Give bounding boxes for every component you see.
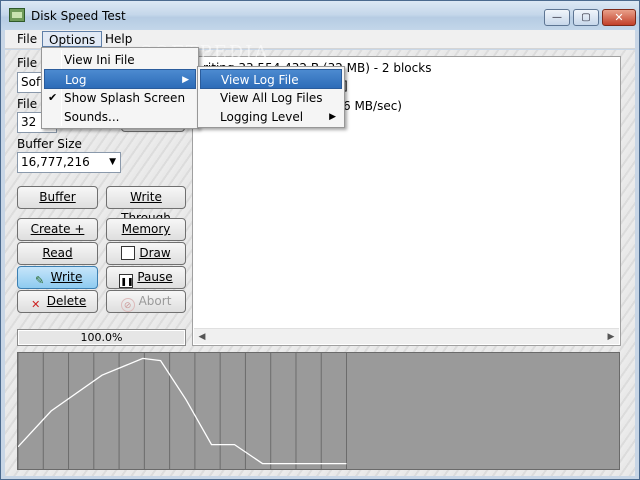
menu-item-label: Show Splash Screen [64,91,186,105]
pause-button[interactable]: ❚❚ Pause [106,266,186,289]
minimize-button[interactable]: — [544,9,570,26]
pause-label: Pause [137,270,173,284]
menu-file[interactable]: File [11,31,43,47]
menu-item-show-splash-screen[interactable]: ✔ Show Splash Screen [44,88,196,108]
write-label: Write [50,270,83,284]
create-write-button[interactable]: Create + Write [17,218,98,257]
menu-item-view-ini-file[interactable]: View Ini File [44,50,196,70]
menu-item-label: Logging Level [220,110,304,124]
window-title: Disk Speed Test [31,9,126,23]
buffer-size-value: 16,777,216 [21,155,90,169]
speed-chart [17,352,620,470]
title-bar[interactable]: Disk Speed Test — ▢ ✕ [1,1,639,31]
abort-icon: ⊘ [120,298,135,312]
submenu-arrow-icon: ▶ [329,112,336,122]
disk-write-icon: ✎ [35,274,45,287]
buffer-size-label: Buffer Size [17,137,82,151]
menu-item-label: View All Log Files [220,91,323,105]
delete-label: Delete [46,294,87,308]
chart-icon [121,246,136,260]
abort-label: Abort [138,294,172,308]
maximize-button[interactable]: ▢ [573,9,599,26]
read-button[interactable]: Read [17,242,98,265]
menu-options[interactable]: Options [42,31,103,47]
log-line: 6 MB/sec) [343,99,402,113]
chevron-down-icon[interactable]: ▼ [109,153,116,172]
submenu-arrow-icon: ▶ [182,75,189,85]
menu-item-label: View Log File [221,73,299,87]
write-through-button[interactable]: Write Through [106,186,186,225]
options-menu: View Ini File Log ▶ ✔ Show Splash Screen… [41,47,199,129]
menu-item-view-log-file[interactable]: View Log File [200,69,342,89]
menu-item-log[interactable]: Log ▶ [44,69,196,89]
speed-chart-svg [17,353,348,469]
delete-icon: ✕ [31,298,41,311]
close-button[interactable]: ✕ [602,9,636,26]
check-icon: ✔ [48,91,58,104]
log-submenu: View Log File View All Log Files Logging… [197,66,345,128]
scroll-left-icon[interactable]: ◀ [194,329,210,345]
menu-item-label: Sounds... [64,110,120,124]
menu-item-sounds[interactable]: Sounds... [44,107,196,127]
app-icon [9,8,25,22]
delete-button[interactable]: ✕ Delete [17,290,98,313]
buffer-size-select[interactable]: 16,777,216 ▼ [17,152,121,173]
write-button[interactable]: ✎ Write [17,266,98,289]
buffer-button[interactable]: Buffer [17,186,98,209]
menu-item-logging-level[interactable]: Logging Level ▶ [200,107,342,127]
speed-line [17,357,347,465]
menu-item-view-all-log-files[interactable]: View All Log Files [200,88,342,108]
horizontal-scrollbar[interactable]: ◀ ▶ [194,328,619,344]
scroll-right-icon[interactable]: ▶ [603,329,619,345]
menu-help[interactable]: Help [99,31,138,47]
progress-text: 100.0% [80,331,123,344]
menu-item-label: Log [65,73,87,87]
progress-bar: 100.0% [17,329,186,346]
pause-icon: ❚❚ [119,274,134,288]
abort-button[interactable]: ⊘ Abort [106,290,186,313]
draw-chart-button[interactable]: Draw Chart [106,242,186,281]
memory-button[interactable]: Memory [106,218,186,241]
menu-item-label: View Ini File [64,53,135,67]
